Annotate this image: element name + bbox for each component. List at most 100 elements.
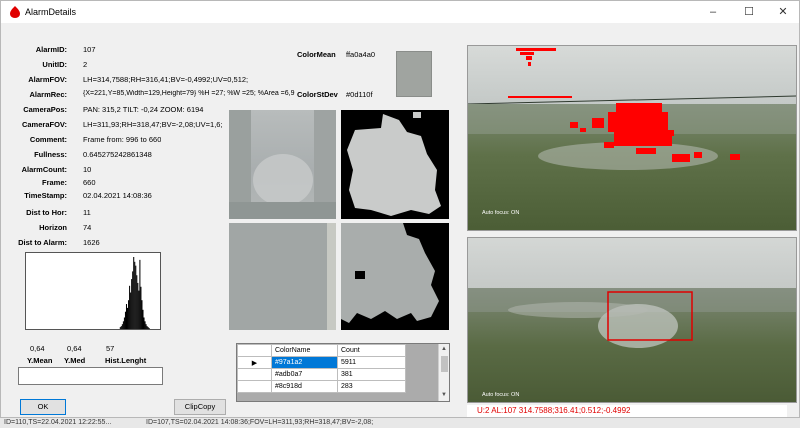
grid-vertical-scrollbar[interactable]: ▲ ▼ — [438, 344, 449, 401]
histogram-bar — [119, 327, 121, 329]
histogram-chart — [25, 252, 161, 330]
histogram-bar — [142, 309, 144, 329]
histogram-bar — [123, 317, 125, 329]
hist-length-label: Hist.Lenght — [105, 356, 147, 365]
dist-to-hor-value: 11 — [83, 208, 91, 217]
binary-mask-thumbnail — [341, 223, 449, 330]
minimize-button[interactable]: – — [701, 4, 725, 20]
fullness-label: Fullness: — [34, 150, 67, 159]
histogram-bar — [139, 259, 141, 329]
histogram-bar — [140, 286, 142, 329]
title-bar: AlarmDetails – ☐ ✕ — [1, 1, 799, 23]
histogram-bar — [128, 300, 130, 329]
grid-cell-count[interactable]: 5911 — [337, 356, 406, 369]
timestamp-value: 02.04.2021 14:08:36 — [83, 191, 152, 200]
dist-to-alarm-label: Dist to Alarm: — [18, 238, 67, 247]
alarm-id-label: AlarmID: — [35, 45, 67, 54]
histogram-bar — [121, 324, 123, 329]
grid-header-count[interactable]: Count — [337, 344, 406, 357]
histogram-bar — [134, 261, 136, 329]
camera-status-text: U:2 AL:107 314.7588;316.41;0.512;-0.4992 — [467, 405, 787, 417]
histogram-bar — [135, 265, 137, 329]
histogram-bar — [125, 304, 128, 329]
horizon-value: 74 — [83, 223, 92, 232]
histogram-bar — [143, 317, 145, 329]
color-stdev-value: #0d110f — [346, 90, 373, 99]
table-row[interactable]: #adb0a7 381 — [237, 368, 406, 381]
dist-to-hor-label: Dist to Hor: — [26, 208, 67, 217]
histogram-bar — [136, 275, 138, 329]
color-count-grid[interactable]: ColorName Count ▶ #97a1a2 5911 #adb0a7 3… — [236, 343, 450, 402]
maximize-button[interactable]: ☐ — [737, 4, 761, 20]
histogram-bar — [147, 327, 149, 329]
comment-value: Frame from: 996 to 660 — [83, 135, 162, 144]
histogram-bar — [130, 292, 132, 329]
alarm-fov-label: AlarmFOV: — [28, 75, 67, 84]
color-stdev-label: ColorStDev — [297, 90, 338, 99]
camera-fov-value: LH=311,93;RH=318,47;BV=-2,08;UV=1,6; — [83, 120, 223, 129]
alarm-count-label: AlarmCount: — [21, 165, 67, 174]
color-mean-value: ffa0a4a0 — [346, 50, 376, 59]
mask-thumbnail — [341, 110, 449, 219]
grid-cell-colorname[interactable]: #8c918d — [271, 380, 338, 393]
alarm-details-window: AlarmDetails – ☐ ✕ AlarmID: 107 UnitID: … — [0, 0, 800, 418]
grid-cell-count[interactable]: 283 — [337, 380, 406, 393]
row-selected-marker: ▶ — [237, 356, 272, 369]
histogram-plot — [119, 257, 150, 329]
clipcopy-button[interactable]: ClipCopy — [174, 399, 226, 415]
camera-pos-label: CameraPos: — [23, 105, 67, 114]
notes-input[interactable] — [18, 367, 163, 385]
background-text-left: ID=110,TS=22.04.2021 12:22:55... — [4, 419, 112, 426]
grid-corner-cell — [237, 344, 272, 357]
hist-length-value: 57 — [106, 344, 115, 353]
y-med-value: 0,64 — [67, 344, 82, 353]
dist-to-alarm-value: 1626 — [83, 238, 100, 247]
fullness-value: 0.645275242861348 — [83, 150, 152, 159]
autofocus-label-top: Auto focus: ON — [482, 210, 520, 216]
alarm-box-camera-view: Auto focus: ON — [467, 237, 797, 403]
histogram-bar — [145, 324, 147, 329]
histogram-bar — [131, 279, 133, 329]
frame-label: Frame: — [41, 178, 67, 187]
grid-cell-colorname[interactable]: #adb0a7 — [271, 368, 338, 381]
histogram-bar — [138, 290, 140, 329]
row-header — [237, 368, 272, 381]
histogram-bar — [129, 285, 131, 329]
alarm-rec-value: {X=221,Y=85,Width=129,Height=79} %H =27;… — [83, 90, 295, 97]
grid-header-row: ColorName Count — [237, 344, 406, 357]
background-text-mid: ID=107,TS=02.04.2021 14:08:36;FOV=LH=311… — [146, 419, 374, 426]
y-mean-label: Y.Mean — [27, 356, 53, 365]
app-icon — [10, 6, 20, 18]
alarm-rec-label: AlarmRec: — [29, 90, 67, 99]
frame-value: 660 — [83, 178, 96, 187]
row-header — [237, 380, 272, 393]
histogram-bar — [124, 311, 126, 329]
histogram-bar — [127, 307, 129, 329]
alarm-mask-camera-view: Auto focus: ON — [467, 45, 797, 231]
scroll-up-arrow-icon[interactable]: ▲ — [439, 344, 449, 354]
scroll-thumb[interactable] — [441, 356, 448, 372]
histogram-bar — [132, 271, 134, 329]
crop-thumbnail — [229, 110, 336, 219]
window-title: AlarmDetails — [25, 7, 77, 17]
alarm-count-value: 10 — [83, 165, 92, 174]
color-thumbnail — [229, 223, 336, 330]
histogram-bar — [133, 257, 135, 329]
grid-cell-count[interactable]: 381 — [337, 368, 406, 381]
alarm-fov-value: LH=314,7588;RH=316,41;BV=-0,4992;UV=0,51… — [83, 75, 249, 84]
close-button[interactable]: ✕ — [771, 4, 795, 20]
unit-id-value: 2 — [83, 60, 88, 69]
grid-header-colorname[interactable]: ColorName — [271, 344, 338, 357]
table-row[interactable]: ▶ #97a1a2 5911 — [237, 356, 406, 369]
table-row[interactable]: #8c918d 283 — [237, 380, 406, 393]
comment-label: Comment: — [29, 135, 67, 144]
y-med-label: Y.Med — [64, 356, 86, 365]
ok-button[interactable]: OK — [20, 399, 66, 415]
histogram-bar — [148, 328, 150, 329]
grid-cell-colorname[interactable]: #97a1a2 — [271, 356, 338, 369]
histogram-bar — [120, 326, 122, 329]
timestamp-label: TimeStamp: — [24, 191, 67, 200]
scroll-down-arrow-icon[interactable]: ▼ — [439, 390, 449, 400]
color-mean-swatch — [396, 51, 432, 97]
histogram-bar — [144, 321, 146, 329]
